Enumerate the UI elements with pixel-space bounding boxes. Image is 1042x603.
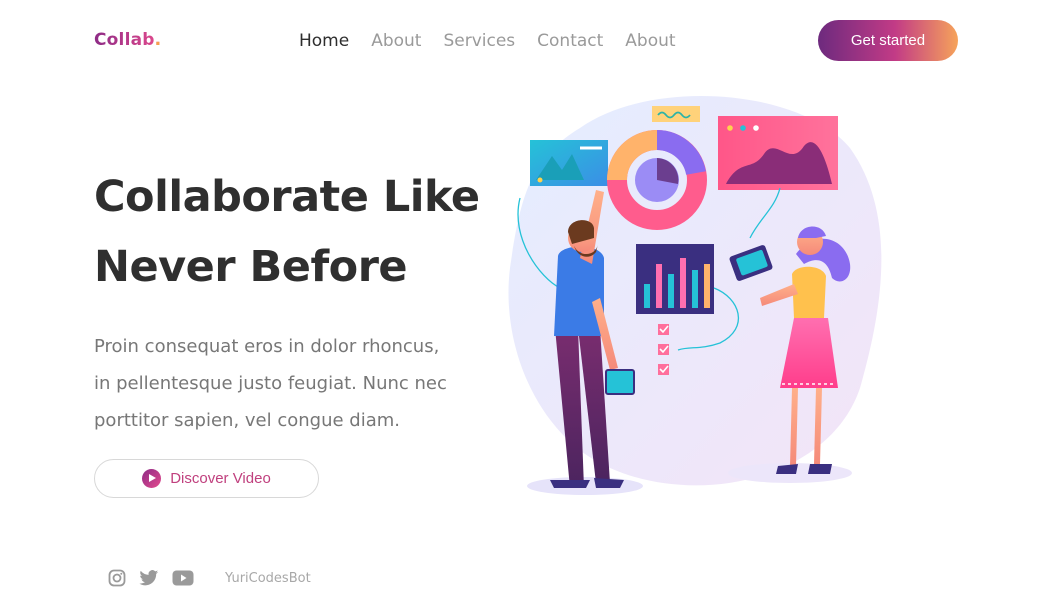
youtube-icon[interactable]	[172, 570, 194, 586]
nav-item-home[interactable]: Home	[299, 30, 349, 52]
hero-title-line-2: Never Before	[94, 242, 408, 292]
discover-video-button[interactable]: Discover Video	[94, 459, 319, 498]
hero-description-line-1: Proin consequat eros in dolor rhoncus,	[94, 336, 440, 357]
brand-name: Collab	[94, 30, 155, 50]
brand-logo[interactable]: Collab.	[94, 30, 161, 50]
nav-item-services[interactable]: Services	[443, 30, 515, 52]
instagram-icon[interactable]	[108, 569, 126, 587]
brand-dot: .	[154, 30, 162, 50]
get-started-button[interactable]: Get started	[818, 20, 958, 61]
collaboration-illustration	[508, 95, 882, 495]
nav-item-about-2[interactable]: About	[625, 30, 675, 52]
discover-video-label: Discover Video	[170, 470, 271, 487]
hero-description-line-3: porttitor sapien, vel congue diam.	[94, 410, 401, 431]
hero-description-line-2: in pellentesque justo feugiat. Nunc nec	[94, 373, 447, 394]
social-links	[108, 569, 194, 587]
play-icon	[142, 469, 162, 488]
checklist	[658, 324, 669, 375]
hero-description: Proin consequat eros in dolor rhoncus, i…	[94, 328, 474, 439]
hero-title-line-1: Collaborate Like	[94, 172, 480, 222]
twitter-icon[interactable]	[139, 569, 159, 587]
nav-item-about[interactable]: About	[371, 30, 421, 52]
hero-title: Collaborate Like Never Before	[94, 162, 514, 302]
credit-text: YuriCodesBot	[225, 571, 311, 586]
main-nav: Home About Services Contact About	[299, 30, 676, 52]
nav-item-contact[interactable]: Contact	[537, 30, 603, 52]
